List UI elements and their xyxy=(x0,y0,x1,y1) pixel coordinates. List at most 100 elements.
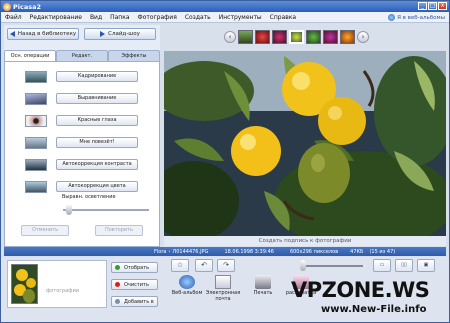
menu-edit[interactable]: Редактирование xyxy=(26,14,86,21)
caption-field[interactable]: Создать подпись к фотографии xyxy=(164,236,446,246)
operations-list: Кадрирование Выравнивание Красные глаза … xyxy=(4,61,160,247)
status-position: (15 из 47) xyxy=(369,248,396,255)
hold-label: Отобрать xyxy=(124,264,150,271)
filmstrip-thumb[interactable] xyxy=(238,30,253,44)
printer-icon xyxy=(255,275,271,289)
clear-button[interactable]: Очистить xyxy=(111,279,158,290)
edit-tabs: Осн. операции Редакт. Эффекты xyxy=(4,50,160,61)
rotate-left-button[interactable]: ↶ xyxy=(195,259,213,272)
redo-button[interactable]: Повторить xyxy=(95,225,143,236)
slideshow-button[interactable]: Слайд-шоу xyxy=(84,28,156,40)
back-to-library-button[interactable]: Назад в библиотеку xyxy=(7,28,79,40)
auto-contrast-button[interactable]: Автокоррекция контраста xyxy=(56,159,138,170)
print-button[interactable]: Печать xyxy=(245,275,281,307)
edit-panel: Назад в библиотеку Слайд-шоу Осн. операц… xyxy=(4,25,160,247)
web-album-icon xyxy=(179,275,195,289)
view-fullscreen-button[interactable]: ▣ xyxy=(417,259,435,272)
zoom-slider[interactable] xyxy=(300,260,306,271)
web-albums-link[interactable]: Я в веб-альбомы xyxy=(388,12,445,23)
crop-button[interactable]: Кадрирование xyxy=(56,71,138,82)
straighten-button[interactable]: Выравнивание xyxy=(56,93,138,104)
window-title: Picasa2 xyxy=(13,2,42,11)
tray-label: фотографии xyxy=(46,288,79,294)
minimize-button[interactable]: _ xyxy=(418,2,427,10)
add-to-button[interactable]: Добавить в xyxy=(111,296,158,307)
zoom-track[interactable] xyxy=(303,265,363,267)
photo-view[interactable] xyxy=(164,51,446,236)
status-bar: Flora › Л0144476.JPG 18.06.1998 3:39:46 … xyxy=(4,247,446,256)
web-album-button[interactable]: Веб-альбом xyxy=(169,275,205,307)
play-icon xyxy=(100,31,106,37)
menu-tools[interactable]: Инструменты xyxy=(215,14,266,21)
menu-view[interactable]: Вид xyxy=(86,14,106,21)
tab-effects[interactable]: Эффекты xyxy=(108,50,160,61)
auto-color-thumb xyxy=(25,180,47,193)
app-window: Picasa2 _ □ x Файл Редактирование Вид Па… xyxy=(0,0,450,323)
lemon-tree-photo xyxy=(164,51,446,236)
undo-button[interactable]: Отменить xyxy=(21,225,69,236)
album-icon xyxy=(115,299,120,304)
red-eye-thumb xyxy=(25,114,47,127)
tab-basic-fixes[interactable]: Осн. операции xyxy=(4,50,56,61)
watermark-url: www.New-File.info xyxy=(321,304,427,315)
auto-color-button[interactable]: Автокоррекция цвета xyxy=(56,181,138,192)
photo-tray: фотографии xyxy=(7,260,107,308)
view-mode-button[interactable]: ▭ xyxy=(373,259,391,272)
back-arrow-icon xyxy=(9,31,15,37)
tray-thumbnail[interactable] xyxy=(11,264,38,304)
crop-thumb xyxy=(25,70,47,83)
fill-light-label: Выравн. осветление xyxy=(62,194,116,200)
slideshow-label: Слайд-шоу xyxy=(108,31,140,37)
rotate-right-button[interactable]: ↷ xyxy=(217,259,235,272)
filmstrip-thumb[interactable] xyxy=(323,30,338,44)
envelope-icon xyxy=(215,275,231,289)
filmstrip: ‹ › xyxy=(224,27,382,47)
auto-contrast-thumb xyxy=(25,158,47,171)
status-dimensions: 600x296 пикселов xyxy=(289,248,339,255)
filmstrip-thumb-selected[interactable] xyxy=(289,30,304,44)
close-button[interactable]: x xyxy=(438,2,447,10)
previous-photo-button[interactable]: ‹ xyxy=(224,31,236,43)
feeling-lucky-thumb xyxy=(25,136,47,149)
menu-picture[interactable]: Фотография xyxy=(134,14,181,21)
op-crop: Кадрирование xyxy=(25,70,145,83)
green-dot-icon xyxy=(115,265,120,270)
maximize-button[interactable]: □ xyxy=(428,2,437,10)
fill-light-slider[interactable] xyxy=(66,204,72,215)
hold-button[interactable]: Отобрать xyxy=(111,262,158,273)
op-auto-color: Автокоррекция цвета xyxy=(25,180,145,193)
menu-file[interactable]: Файл xyxy=(1,14,26,21)
status-file: Л0144476.JPG xyxy=(172,248,209,255)
fill-light-track[interactable] xyxy=(63,209,149,211)
web-albums-label: Я в веб-альбомы xyxy=(397,14,445,21)
globe-icon xyxy=(388,14,396,21)
op-auto-contrast: Автокоррекция контраста xyxy=(25,158,145,171)
tab-tuning[interactable]: Редакт. xyxy=(56,50,108,61)
red-dot-icon xyxy=(115,282,120,287)
email-label: Электронная почта xyxy=(205,290,241,302)
star-button[interactable]: ☆ xyxy=(171,259,189,272)
red-eye-button[interactable]: Красные глаза xyxy=(56,115,138,126)
feeling-lucky-button[interactable]: Мне повезёт! xyxy=(56,137,138,148)
menu-create[interactable]: Создать xyxy=(181,14,215,21)
status-folder: Flora xyxy=(154,248,167,255)
status-size: 47КБ xyxy=(350,248,364,255)
filmstrip-thumb[interactable] xyxy=(340,30,355,44)
filmstrip-thumb[interactable] xyxy=(306,30,321,44)
filmstrip-thumb[interactable] xyxy=(272,30,287,44)
op-redeye: Красные глаза xyxy=(25,114,145,127)
menu-bar: Файл Редактирование Вид Папка Фотография… xyxy=(1,12,449,23)
web-album-label: Веб-альбом xyxy=(171,290,203,296)
view-split-button[interactable]: ▯▯ xyxy=(395,259,413,272)
clear-label: Очистить xyxy=(124,281,149,288)
straighten-thumb xyxy=(25,92,47,105)
filmstrip-thumb[interactable] xyxy=(255,30,270,44)
email-button[interactable]: Электронная почта xyxy=(205,275,241,307)
menu-help[interactable]: Справка xyxy=(266,14,300,21)
menu-folder[interactable]: Папка xyxy=(106,14,133,21)
status-date: 18.06.1998 3:39:46 xyxy=(224,248,274,255)
watermark-main: VPZONE.WS xyxy=(291,278,430,302)
next-photo-button[interactable]: › xyxy=(357,31,369,43)
title-bar: Picasa2 _ □ x xyxy=(1,1,449,12)
print-label: Печать xyxy=(253,290,273,296)
